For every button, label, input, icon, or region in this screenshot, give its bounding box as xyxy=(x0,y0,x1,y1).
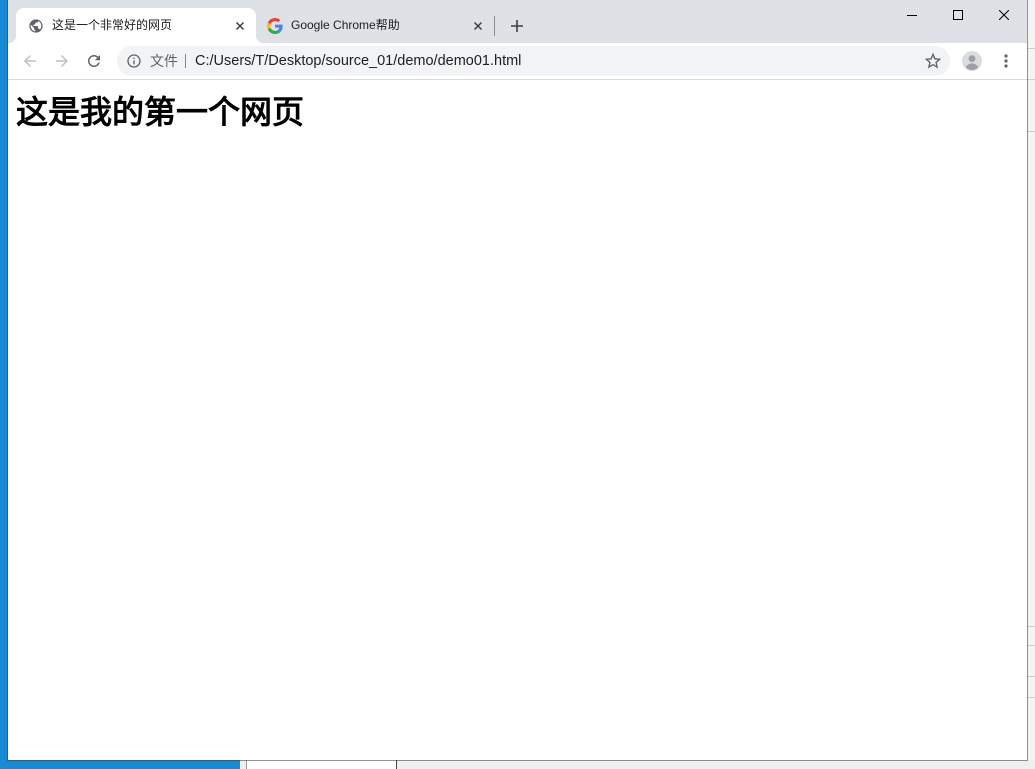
forward-button[interactable] xyxy=(48,47,76,75)
address-bar[interactable]: 文件 xyxy=(117,46,950,76)
window-close-button[interactable] xyxy=(981,0,1027,30)
background-window xyxy=(240,760,1035,769)
tab-chrome-help[interactable]: Google Chrome帮助 xyxy=(256,8,494,43)
more-vert-icon[interactable] xyxy=(998,53,1014,69)
minimize-button[interactable] xyxy=(889,0,935,30)
close-icon[interactable] xyxy=(232,18,248,34)
tab-separator xyxy=(494,16,495,36)
reload-icon xyxy=(88,55,100,67)
background-window-divider xyxy=(1027,626,1035,627)
star-outline-icon[interactable] xyxy=(923,51,943,71)
maximize-button[interactable] xyxy=(935,0,981,30)
tab-title: Google Chrome帮助 xyxy=(291,18,400,32)
tab-strip: 这是一个非常好的网页 Google Chrome帮助 xyxy=(8,0,1027,43)
plus-icon xyxy=(511,20,523,32)
page-heading: 这是我的第一个网页 xyxy=(16,93,305,131)
new-tab-button[interactable] xyxy=(503,12,531,40)
globe-icon xyxy=(29,19,43,33)
security-label[interactable]: 文件 xyxy=(150,46,178,76)
reload-button[interactable] xyxy=(80,47,108,75)
minimize-icon xyxy=(907,15,917,16)
close-icon[interactable] xyxy=(470,18,486,34)
desktop-background xyxy=(0,0,8,769)
url-input[interactable] xyxy=(195,46,915,76)
back-button[interactable] xyxy=(16,47,44,75)
arrow-back-icon xyxy=(24,55,36,67)
google-g-icon xyxy=(267,18,283,34)
address-bar-separator xyxy=(185,54,186,68)
toolbar: 文件 xyxy=(8,43,1027,80)
background-window-divider xyxy=(1027,676,1035,677)
background-window xyxy=(1027,0,1035,760)
background-window-pane xyxy=(246,760,396,769)
desktop-background xyxy=(0,760,240,769)
background-window-divider xyxy=(1027,48,1035,49)
tab-title: 这是一个非常好的网页 xyxy=(52,18,173,32)
info-icon[interactable] xyxy=(126,53,142,69)
background-window-divider xyxy=(1027,79,1035,80)
background-window-divider xyxy=(1027,131,1035,132)
background-window-divider xyxy=(1027,645,1035,646)
close-icon xyxy=(999,10,1009,20)
arrow-forward-icon xyxy=(56,55,68,67)
tab-current-page[interactable]: 这是一个非常好的网页 xyxy=(8,8,264,43)
background-window-divider xyxy=(396,760,397,769)
browser-window: 这是一个非常好的网页 Google Chrome帮助 文件 C:/Users/T… xyxy=(8,0,1027,760)
maximize-icon xyxy=(953,10,963,20)
background-window-divider xyxy=(1027,697,1035,698)
avatar-icon[interactable] xyxy=(962,51,982,71)
page-content: 这是我的第一个网页 xyxy=(8,80,1027,760)
